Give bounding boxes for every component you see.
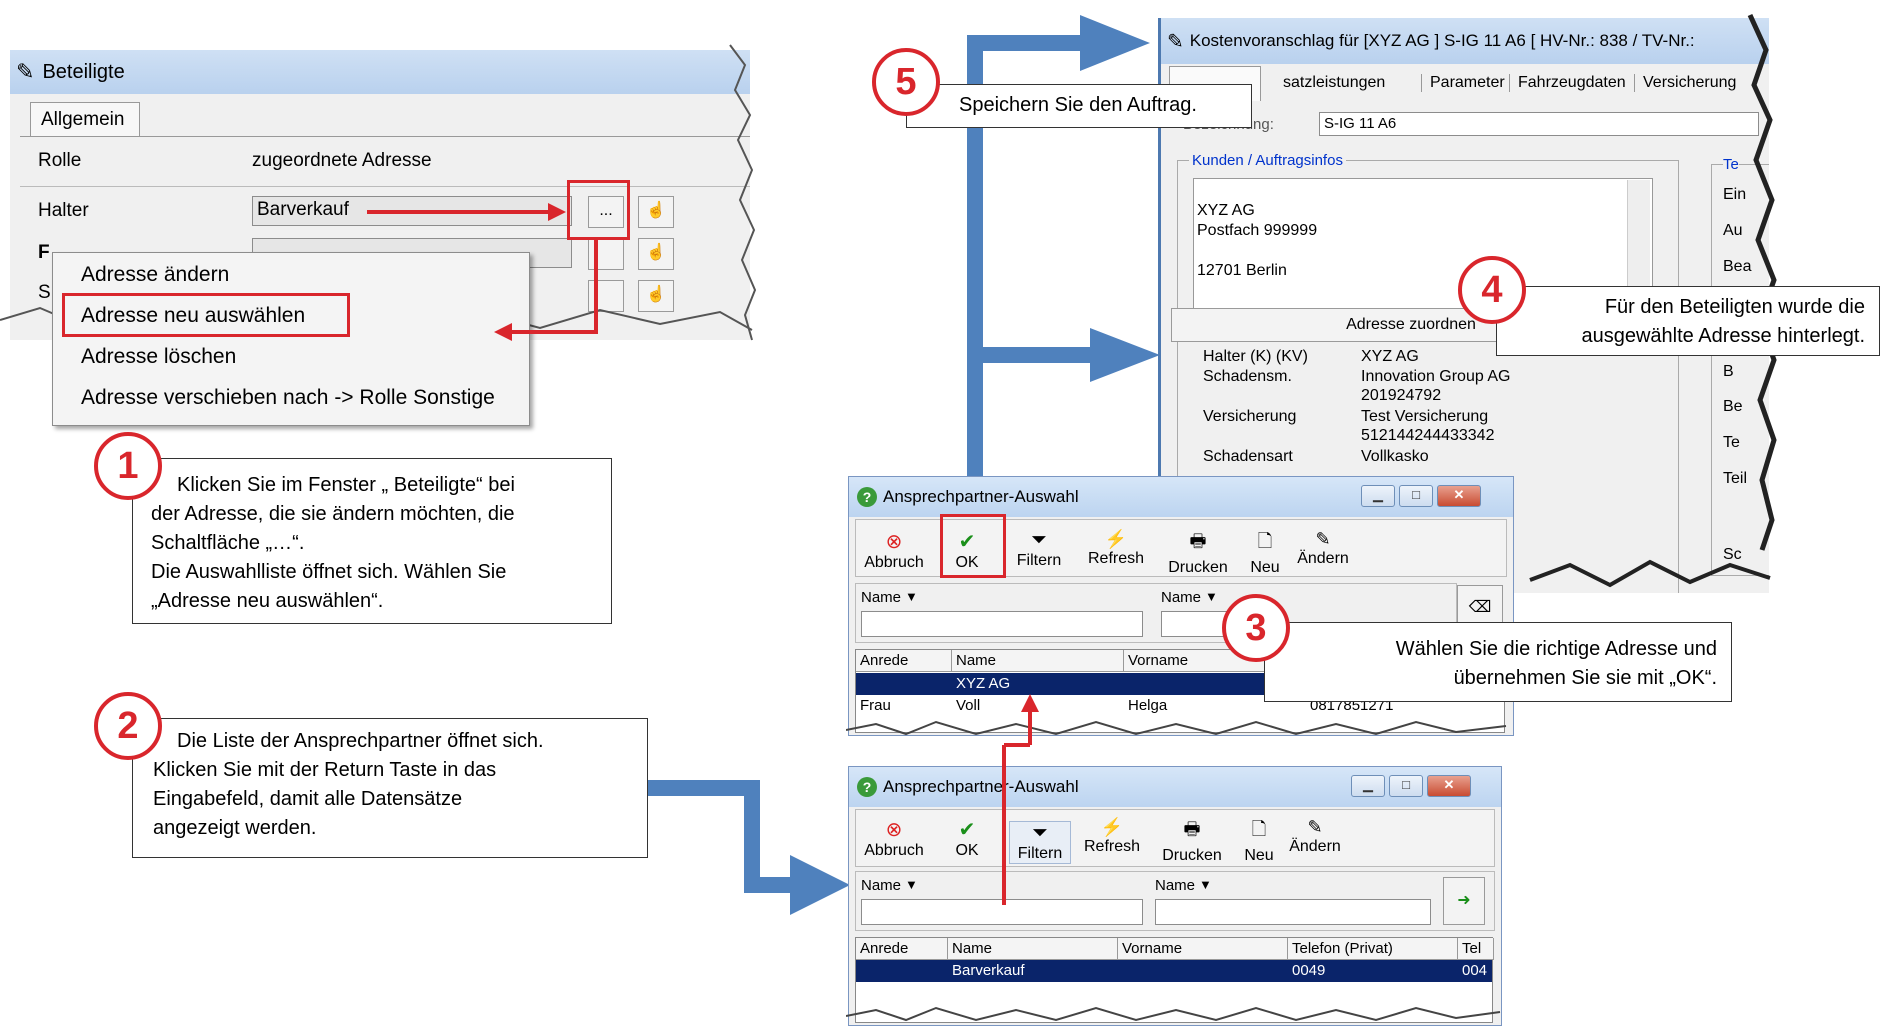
apb-printer-icon: 🖶: [1183, 819, 1201, 839]
step4-badge: 4: [1458, 256, 1526, 324]
callout-step4: Für den Beteiligten wurde die ausgewählt…: [1496, 286, 1880, 356]
apb-refresh-label: Refresh: [1083, 838, 1141, 855]
callout2-line3: Eingabefeld, damit alle Datensätze: [153, 788, 463, 810]
apb-new-doc-icon: 🗋: [1251, 819, 1267, 839]
callout1-line1: Klicken Sie im Fenster „ Beteiligte“ bei: [177, 474, 515, 496]
callout-step3: Wählen Sie die richtige Adresse und über…: [1264, 622, 1732, 702]
apt-col-name[interactable]: Name: [952, 650, 1124, 672]
apt-title: Ansprechpartner-Auswahl: [883, 487, 1079, 506]
apb-row1-name: Barverkauf: [952, 962, 1025, 979]
apb-abbruch-icon: ⊗: [885, 819, 903, 841]
apt-filter-label-2: Name: [1161, 589, 1202, 606]
apt-filter-icon: ⏷: [1031, 529, 1047, 551]
apb-neu-label: Neu: [1244, 847, 1274, 864]
apb-filter-label-2: Name: [1155, 877, 1196, 894]
step3-badge: 3: [1222, 594, 1290, 662]
apb-edit-icon: ✎: [1307, 817, 1323, 837]
apt-filtern-label: Filtern: [1016, 552, 1062, 569]
step2-badge: 2: [94, 692, 162, 760]
red-arrow-select: [1002, 694, 1039, 905]
apt-filter-dropdown-icon-1: ▼: [905, 589, 918, 604]
menu-item-adresse-verschieben[interactable]: Adresse verschieben nach -> Rolle Sonsti…: [81, 386, 495, 410]
callout5-line1: Speichern Sie den Auftrag.: [959, 94, 1197, 116]
torn-edge-apb: [846, 1006, 1501, 1022]
apb-aendern-button[interactable]: ✎ Ändern: [1285, 817, 1345, 856]
apt-maximize-button[interactable]: □: [1399, 485, 1433, 507]
apt-neu-label: Neu: [1250, 559, 1280, 576]
apb-abbruch-label: Abbruch: [864, 842, 924, 859]
step1-badge: 1: [94, 432, 162, 500]
callout4-line1: Für den Beteiligten wurde die: [1604, 296, 1865, 318]
apb-ok-label: OK: [955, 842, 979, 859]
apt-edit-icon: ✎: [1315, 529, 1331, 549]
apb-filter-dropdown-icon-1: ▼: [905, 877, 918, 892]
apb-ok-icon: ✔: [958, 819, 976, 841]
apb-close-button[interactable]: ✕: [1427, 775, 1471, 797]
callout3-line1: Wählen Sie die richtige Adresse und: [1395, 638, 1717, 660]
apt-help-icon: ?: [857, 487, 877, 507]
apt-new-doc-icon: 🗋: [1257, 531, 1273, 551]
apt-filtern-button[interactable]: ⏷ Filtern: [1009, 529, 1069, 570]
apb-row1-tel2: 004: [1462, 962, 1488, 979]
apt-abbruch-button[interactable]: ⊗ Abbruch: [863, 529, 925, 572]
apt-refresh-label: Refresh: [1087, 550, 1145, 567]
step5-badge: 5: [872, 48, 940, 116]
apb-filter-dropdown-icon-2: ▼: [1199, 877, 1212, 892]
callout3-line2: übernehmen Sie sie mit „OK“.: [1453, 667, 1717, 689]
callout1-line4: Die Auswahlliste öffnet sich. Wählen Sie: [151, 561, 507, 583]
apt-aendern-label: Ändern: [1297, 550, 1349, 567]
apt-filter-dropdown-icon-2: ▼: [1205, 589, 1218, 604]
apb-col-telefon[interactable]: Telefon (Privat): [1288, 938, 1458, 960]
callout-step2: Die Liste der Ansprechpartner öffnet sic…: [132, 718, 648, 858]
apt-drucken-button[interactable]: 🖶 Drucken: [1165, 529, 1231, 577]
apb-minimize-button[interactable]: ▁: [1351, 775, 1385, 797]
apt-drucken-label: Drucken: [1168, 559, 1228, 576]
highlight-ok-button: [940, 514, 1006, 578]
callout-step1: Klicken Sie im Fenster „ Beteiligte“ bei…: [132, 458, 612, 624]
apb-abbruch-button[interactable]: ⊗ Abbruch: [863, 817, 925, 860]
ansprechpartner-bottom-window: ? Ansprechpartner-Auswahl ▁ □ ✕ ⊗ Abbruc…: [848, 766, 1502, 1026]
torn-edge-apt: [846, 720, 1507, 736]
callout4-line2: ausgewählte Adresse hinterlegt.: [1581, 325, 1865, 347]
callout-step5: Speichern Sie den Auftrag.: [906, 84, 1252, 128]
callout1-line3: Schaltfläche „…“.: [151, 532, 305, 554]
apt-filter-label-1: Name: [861, 589, 902, 606]
apb-drucken-label: Drucken: [1162, 847, 1222, 864]
apb-neu-button[interactable]: 🗋 Neu: [1239, 817, 1279, 865]
apb-col-tel[interactable]: Tel: [1458, 938, 1494, 960]
callout1-line5: „Adresse neu auswählen“.: [151, 590, 384, 612]
callout2-line2: Klicken Sie mit der Return Taste in das: [153, 759, 497, 781]
apb-refresh-button[interactable]: ⚡ Refresh: [1079, 817, 1145, 856]
callout1-line2: der Adresse, die sie ändern möchten, die: [151, 503, 515, 525]
apt-printer-icon: 🖶: [1189, 531, 1207, 551]
apb-col-anrede[interactable]: Anrede: [856, 938, 948, 960]
apt-aendern-button[interactable]: ✎ Ändern: [1293, 529, 1353, 568]
apb-ok-button[interactable]: ✔ OK: [945, 817, 989, 860]
apb-maximize-button[interactable]: □: [1389, 775, 1423, 797]
apb-aendern-label: Ändern: [1289, 838, 1341, 855]
apb-row1-tel: 0049: [1292, 962, 1326, 979]
apb-go-button[interactable]: ➜: [1443, 877, 1485, 925]
red-arrows-top: [367, 203, 598, 341]
apt-filter-input-1[interactable]: [861, 611, 1143, 637]
apt-abbruch-label: Abbruch: [864, 554, 924, 571]
apb-filter-input-2[interactable]: [1155, 899, 1431, 925]
apb-col-vorname[interactable]: Vorname: [1118, 938, 1288, 960]
apb-drucken-button[interactable]: 🖶 Drucken: [1159, 817, 1225, 865]
apb-refresh-icon: ⚡: [1100, 817, 1124, 837]
apt-minimize-button[interactable]: ▁: [1361, 485, 1395, 507]
apt-abbruch-icon: ⊗: [885, 531, 903, 553]
apb-help-icon: ?: [857, 777, 877, 797]
callout2-line1: Die Liste der Ansprechpartner öffnet sic…: [177, 730, 544, 752]
apt-col-anrede[interactable]: Anrede: [856, 650, 952, 672]
apb-filter-label-1: Name: [861, 877, 902, 894]
apb-col-name[interactable]: Name: [948, 938, 1118, 960]
apt-refresh-button[interactable]: ⚡ Refresh: [1083, 529, 1149, 568]
apt-refresh-icon: ⚡: [1104, 529, 1128, 549]
apt-neu-button[interactable]: 🗋 Neu: [1245, 529, 1285, 577]
callout2-line4: angezeigt werden.: [153, 817, 317, 839]
apt-close-button[interactable]: ✕: [1437, 485, 1481, 507]
